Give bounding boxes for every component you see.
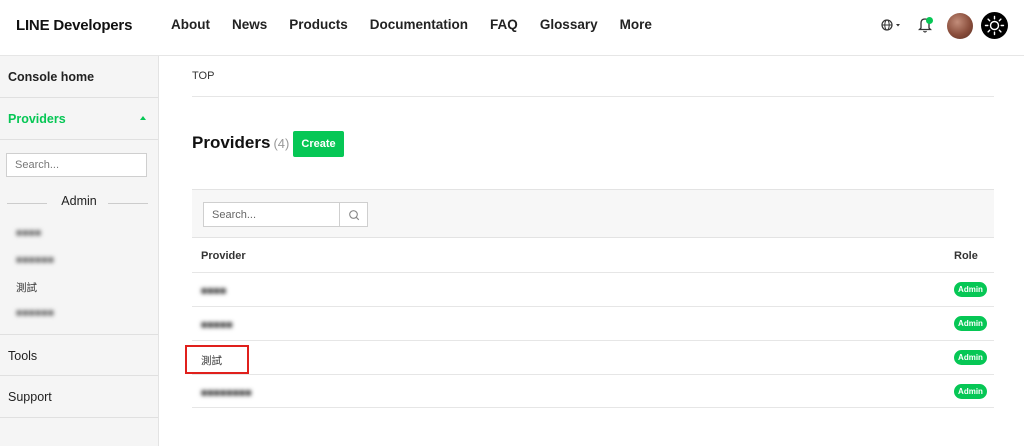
divider — [7, 203, 47, 204]
provider-name[interactable]: ■■■■■■■■ — [201, 387, 252, 399]
role-badge: Admin — [954, 384, 987, 399]
search-button[interactable] — [339, 202, 368, 227]
notification-dot — [926, 17, 933, 24]
column-header-provider: Provider — [201, 250, 246, 262]
admin-label: Admin — [61, 194, 97, 208]
create-button[interactable]: Create — [293, 131, 344, 157]
theme-toggle-icon[interactable] — [981, 12, 1008, 39]
nav-faq[interactable]: FAQ — [490, 17, 518, 32]
caret-up-icon — [140, 116, 146, 120]
table-row[interactable]: ■■■■■ Admin — [192, 306, 994, 340]
globe-icon[interactable] — [881, 17, 903, 33]
nav-more[interactable]: More — [620, 17, 652, 32]
sidebar-admin-heading: Admin — [0, 194, 158, 212]
table-row[interactable]: 測試 Admin — [192, 340, 994, 374]
divider — [108, 203, 148, 204]
role-badge: Admin — [954, 282, 987, 297]
sidebar: Console home Providers Admin ■■■■ ■■■■■■… — [0, 56, 159, 446]
sidebar-item-support[interactable]: Support — [0, 376, 158, 418]
nav-about[interactable]: About — [171, 17, 210, 32]
provider-search-input[interactable] — [203, 202, 340, 227]
sidebar-item-providers[interactable]: Providers — [0, 98, 158, 140]
top-header: LINE Developers About News Products Docu… — [0, 0, 1024, 56]
breadcrumb[interactable]: TOP — [192, 70, 214, 82]
sidebar-provider-item[interactable]: ■■■■■■ — [16, 254, 54, 266]
page-title-text: Providers — [192, 133, 271, 152]
site-logo[interactable]: LINE Developers — [16, 17, 132, 34]
divider — [192, 96, 994, 97]
sidebar-item-tools[interactable]: Tools — [0, 334, 158, 376]
sidebar-search-input[interactable] — [6, 153, 147, 177]
table-row[interactable]: ■■■■ Admin — [192, 272, 994, 306]
provider-count: (4) — [273, 136, 290, 151]
role-badge: Admin — [954, 350, 987, 365]
nav-news[interactable]: News — [232, 17, 267, 32]
main-nav: About News Products Documentation FAQ Gl… — [171, 17, 674, 32]
sidebar-provider-item[interactable]: ■■■■ — [16, 227, 41, 239]
sidebar-item-label: Providers — [8, 112, 66, 126]
table-row[interactable]: ■■■■■■■■ Admin — [192, 374, 994, 408]
provider-name[interactable]: ■■■■■ — [201, 319, 233, 331]
avatar[interactable] — [947, 13, 973, 39]
nav-glossary[interactable]: Glossary — [540, 17, 598, 32]
table-toolbar — [192, 189, 994, 238]
sidebar-item-console-home[interactable]: Console home — [0, 56, 158, 98]
page-title: Providers (4) — [192, 133, 289, 153]
sidebar-provider-item[interactable]: ■■■■■■ — [16, 307, 54, 319]
search-icon — [349, 210, 360, 221]
provider-name[interactable]: ■■■■ — [201, 285, 226, 297]
nav-products[interactable]: Products — [289, 17, 348, 32]
annotation-highlight-box — [185, 345, 249, 374]
nav-documentation[interactable]: Documentation — [370, 17, 468, 32]
role-badge: Admin — [954, 316, 987, 331]
column-header-role: Role — [954, 250, 978, 262]
sidebar-provider-item[interactable]: 測試 — [16, 280, 37, 295]
